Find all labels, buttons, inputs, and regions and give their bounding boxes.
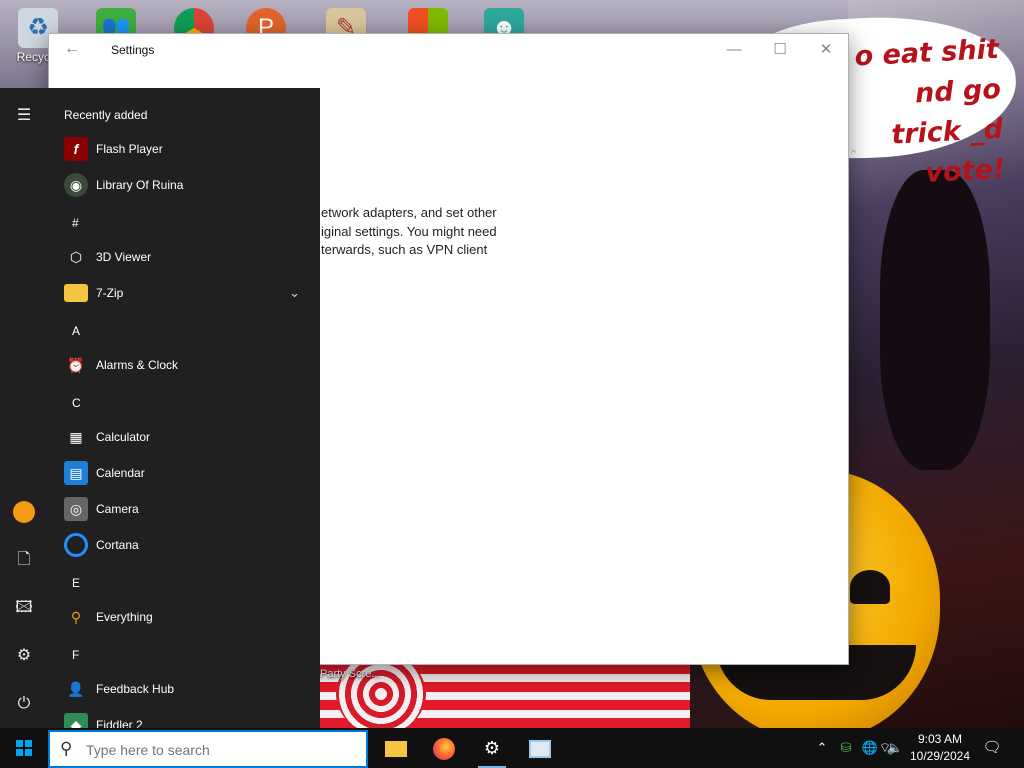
wallpaper-caption: Party Scre... <box>320 668 381 680</box>
settings-description: etwork adapters, and set other iginal se… <box>321 204 541 260</box>
chevron-down-icon[interactable]: ⌄ <box>289 285 300 301</box>
clock-date: 10/29/2024 <box>909 749 971 763</box>
app-item-calendar[interactable]: ▤ Calendar <box>62 456 306 490</box>
app-item-3d-viewer[interactable]: ⬡ 3D Viewer <box>62 240 306 274</box>
app-item-library-of-ruina[interactable]: ◉ Library Of Ruina <box>62 168 306 202</box>
folder-icon <box>64 284 88 302</box>
file-explorer-icon <box>385 741 407 758</box>
firefox-icon <box>433 738 455 761</box>
window-title: Settings <box>111 43 155 57</box>
app-list: Recently added f Flash Player ◉ Library … <box>48 88 320 728</box>
flash-icon: f <box>64 137 88 161</box>
taskbar: ⚲ ⚙ ⌃ ⛁ 🌐 ⌔ 🔈 9:03 AM 10/29/2024 🗨 <box>0 728 1024 768</box>
section-header-e[interactable]: E <box>72 576 80 590</box>
section-header-a[interactable]: A <box>72 324 80 338</box>
network-people-icon[interactable]: ⛁ <box>834 728 858 768</box>
app-label: Alarms & Clock <box>96 358 179 372</box>
chevron-up-icon[interactable]: ⌃ <box>810 728 834 768</box>
recently-added-header: Recently added <box>64 108 148 122</box>
menu-icon[interactable]: ☰ <box>8 100 40 132</box>
app-label: Calculator <box>96 430 151 444</box>
app-window-icon <box>529 740 551 759</box>
app-item-7-zip[interactable]: 7-Zip ⌄ <box>62 276 306 310</box>
section-header-hash[interactable]: # <box>72 216 79 230</box>
app-item-calculator[interactable]: ▦ Calculator <box>62 420 306 454</box>
app-item-feedback-hub[interactable]: 👤 Feedback Hub <box>62 672 306 706</box>
app-label: Flash Player <box>96 142 163 156</box>
close-button[interactable]: ✕ <box>803 38 849 62</box>
search-box[interactable]: ⚲ <box>48 730 368 768</box>
settings-icon[interactable]: ⚙ <box>8 640 40 672</box>
app-item-fiddler[interactable]: ◆ Fiddler 2 <box>62 708 306 728</box>
settings-text-line: etwork adapters, and set other <box>321 205 497 220</box>
start-button[interactable] <box>0 728 48 768</box>
fiddler-icon: ◆ <box>64 713 88 728</box>
taskbar-app-window[interactable] <box>516 728 564 768</box>
scroll-down-arrow-icon[interactable]: ⌄ <box>849 605 858 618</box>
scroll-up-arrow-icon[interactable]: ⌃ <box>849 148 858 161</box>
feedback-icon: 👤 <box>67 681 85 697</box>
maximize-button[interactable]: ☐ <box>757 38 803 62</box>
app-label: 7-Zip <box>96 286 124 300</box>
app-label: Everything <box>96 610 153 624</box>
windows-logo-icon <box>16 739 32 756</box>
taskbar-settings[interactable]: ⚙ <box>468 728 516 768</box>
settings-icon: ⚙ <box>483 738 501 758</box>
cortana-icon <box>64 533 88 557</box>
title-bar[interactable]: ← Settings — ☐ ✕ <box>49 34 848 66</box>
taskbar-firefox[interactable] <box>420 728 468 768</box>
app-label: 3D Viewer <box>96 250 152 264</box>
app-item-alarms-clock[interactable]: ⏰ Alarms & Clock <box>62 348 306 382</box>
cube-icon: ⬡ <box>69 249 83 265</box>
clock[interactable]: 9:03 AM 10/29/2024 <box>903 731 977 765</box>
app-label: Library Of Ruina <box>96 178 184 192</box>
calendar-icon: ▤ <box>64 461 88 485</box>
app-label: Fiddler 2 <box>96 718 143 728</box>
section-header-f[interactable]: F <box>72 648 79 662</box>
app-item-flash-player[interactable]: f Flash Player <box>62 132 306 166</box>
app-label: Feedback Hub <box>96 682 175 696</box>
magnifier-icon: ⚲ <box>70 609 82 625</box>
dead-tree-silhouette <box>880 170 990 470</box>
notification-icon[interactable]: 🗨 <box>980 728 1004 768</box>
wallpaper-flag-emblem <box>336 654 426 728</box>
power-icon[interactable]: ⏻ <box>8 688 40 720</box>
app-item-camera[interactable]: ◎ Camera <box>62 492 306 526</box>
clock-time: 9:03 AM <box>917 732 963 746</box>
app-label: Cortana <box>96 538 139 552</box>
settings-text-line: terwards, such as VPN client <box>321 242 488 257</box>
minimize-button[interactable]: — <box>711 38 757 62</box>
start-menu-rail: ☰ 🗋 🖾 ⚙ ⏻ <box>0 88 48 728</box>
calculator-icon: ▦ <box>69 429 83 445</box>
search-input[interactable] <box>86 740 356 760</box>
app-label: Camera <box>96 502 139 516</box>
section-header-c[interactable]: C <box>72 396 81 410</box>
documents-icon[interactable]: 🗋 <box>8 544 40 576</box>
library-of-ruina-icon: ◉ <box>64 173 88 197</box>
settings-text-line: iginal settings. You might need <box>321 223 497 239</box>
start-menu: ☰ 🗋 🖾 ⚙ ⏻ Recently added f Flash Player … <box>0 88 320 728</box>
scrollbar[interactable]: ⌃ ⌄ <box>846 148 864 618</box>
user-avatar-icon[interactable] <box>8 496 40 528</box>
app-label: Calendar <box>96 466 145 480</box>
back-arrow-icon[interactable]: ← <box>61 40 83 60</box>
search-icon: ⚲ <box>60 739 73 758</box>
app-item-cortana[interactable]: Cortana <box>62 528 306 562</box>
camera-icon: ◎ <box>64 497 88 521</box>
clock-icon: ⏰ <box>67 357 85 373</box>
taskbar-file-explorer[interactable] <box>372 728 420 768</box>
app-item-everything[interactable]: ⚲ Everything <box>62 600 306 634</box>
pictures-icon[interactable]: 🖾 <box>8 592 40 624</box>
